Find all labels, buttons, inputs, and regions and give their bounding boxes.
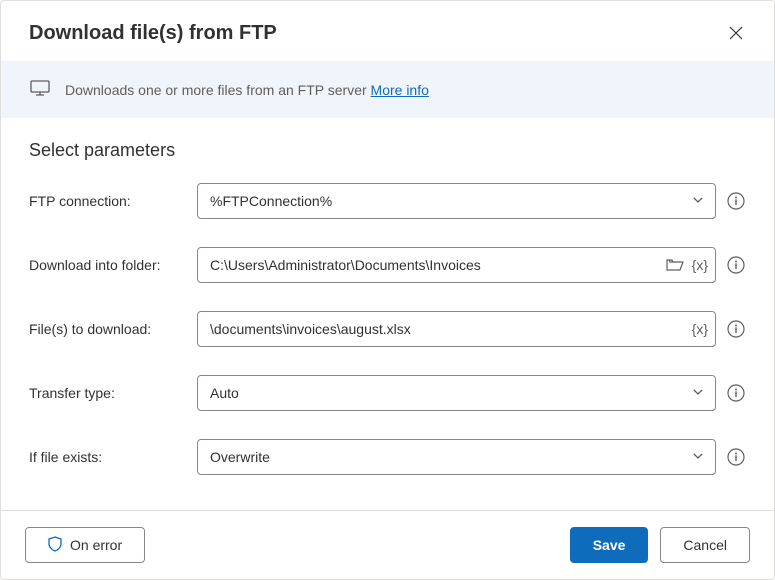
- section-title: Select parameters: [29, 140, 746, 161]
- row-if-file-exists: If file exists: Overwrite: [29, 439, 746, 475]
- more-info-link[interactable]: More info: [371, 82, 429, 98]
- shield-icon: [48, 536, 62, 555]
- label-download-folder: Download into folder:: [29, 257, 187, 273]
- dialog-footer: On error Save Cancel: [1, 510, 774, 579]
- download-folder-input[interactable]: [197, 247, 716, 283]
- row-ftp-connection: FTP connection: %FTPConnection%: [29, 183, 746, 219]
- dialog-content: Select parameters FTP connection: %FTPCo…: [1, 118, 774, 510]
- files-to-download-input[interactable]: [197, 311, 716, 347]
- ftp-download-dialog: Download file(s) from FTP Downloads one …: [0, 0, 775, 580]
- if-file-exists-value: Overwrite: [210, 449, 270, 465]
- help-icon-ftp-connection[interactable]: [726, 191, 746, 211]
- variable-picker-icon[interactable]: {x}: [692, 321, 708, 337]
- help-icon-transfer-type[interactable]: [726, 383, 746, 403]
- monitor-icon: [29, 77, 51, 102]
- ftp-connection-value: %FTPConnection%: [210, 193, 332, 209]
- cancel-button[interactable]: Cancel: [660, 527, 750, 563]
- folder-browse-icon[interactable]: [666, 257, 684, 273]
- label-transfer-type: Transfer type:: [29, 385, 187, 401]
- info-banner: Downloads one or more files from an FTP …: [1, 61, 774, 118]
- if-file-exists-select[interactable]: Overwrite: [197, 439, 716, 475]
- label-ftp-connection: FTP connection:: [29, 193, 187, 209]
- row-download-folder: Download into folder: {x}: [29, 247, 746, 283]
- help-icon-files-to-download[interactable]: [726, 319, 746, 339]
- row-transfer-type: Transfer type: Auto: [29, 375, 746, 411]
- on-error-label: On error: [70, 537, 122, 553]
- save-button[interactable]: Save: [570, 527, 649, 563]
- help-icon-download-folder[interactable]: [726, 255, 746, 275]
- dialog-title: Download file(s) from FTP: [29, 22, 277, 45]
- banner-description: Downloads one or more files from an FTP …: [65, 82, 371, 98]
- close-button[interactable]: [722, 19, 750, 47]
- label-if-file-exists: If file exists:: [29, 449, 187, 465]
- on-error-button[interactable]: On error: [25, 527, 145, 563]
- transfer-type-value: Auto: [210, 385, 239, 401]
- dialog-header: Download file(s) from FTP: [1, 1, 774, 61]
- variable-picker-icon[interactable]: {x}: [692, 257, 708, 273]
- help-icon-if-file-exists[interactable]: [726, 447, 746, 467]
- transfer-type-select[interactable]: Auto: [197, 375, 716, 411]
- label-files-to-download: File(s) to download:: [29, 321, 187, 337]
- close-icon: [729, 26, 743, 40]
- row-files-to-download: File(s) to download: {x}: [29, 311, 746, 347]
- ftp-connection-select[interactable]: %FTPConnection%: [197, 183, 716, 219]
- info-banner-text: Downloads one or more files from an FTP …: [65, 82, 429, 98]
